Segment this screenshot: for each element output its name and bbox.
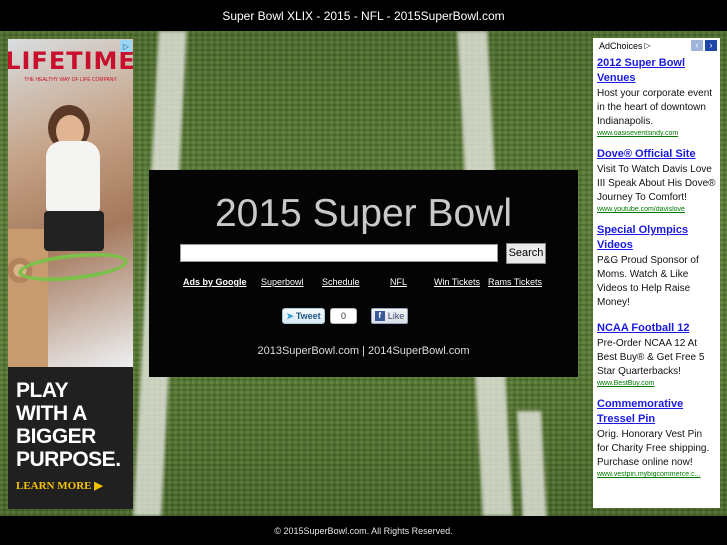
ad-title[interactable]: Special Olympics Videos xyxy=(597,223,716,253)
copyright-text: © 2015SuperBowl.com. All Rights Reserved… xyxy=(274,525,453,536)
ad-description: Host your corporate event in the heart o… xyxy=(597,88,713,127)
tweet-count: 0 xyxy=(330,308,357,324)
link-schedule[interactable]: Schedule xyxy=(322,277,360,287)
like-label: Like xyxy=(387,311,405,321)
ad-brand-tagline: THE HEALTHY WAY OF LIFE COMPANY xyxy=(24,77,117,83)
site-title: Super Bowl XLIX - 2015 - NFL - 2015Super… xyxy=(222,8,505,23)
ad-url[interactable]: www.vestpin.mybigcommerce.c... xyxy=(597,471,716,478)
ad-promo-line: PLAY xyxy=(16,379,69,402)
ad-description: Visit To Watch Davis Love III Speak Abou… xyxy=(597,164,716,203)
search-form: Search xyxy=(180,242,550,264)
tweet-button[interactable]: ➤ Tweet xyxy=(282,308,325,324)
link-win-tickets[interactable]: Win Tickets xyxy=(434,277,480,287)
ad-description: P&G Proud Sponsor of Moms. Watch & Like … xyxy=(597,255,699,308)
ads-by-google-link[interactable]: Ads by Google xyxy=(183,277,247,287)
right-text-ads: AdChoices ▷ ‹ › 2012 Super Bowl Venues H… xyxy=(593,38,720,508)
ad-title[interactable]: Commemorative Tressel Pin xyxy=(597,397,716,427)
search-button[interactable]: Search xyxy=(506,242,546,264)
climbing-wall xyxy=(8,229,48,367)
yard-line xyxy=(517,411,547,516)
ad-title[interactable]: 2012 Super Bowl Venues xyxy=(597,56,716,86)
link-nfl[interactable]: NFL xyxy=(390,277,407,287)
child-shorts xyxy=(44,211,104,251)
ad-brand-name: LIFETIME xyxy=(8,47,133,75)
footer: © 2015SuperBowl.com. All Rights Reserved… xyxy=(0,516,727,545)
ad-url[interactable]: www.BestBuy.com xyxy=(597,380,716,387)
facebook-icon: f xyxy=(374,311,385,321)
text-ad[interactable]: Dove® Official Site Visit To Watch Davis… xyxy=(597,147,716,213)
ad-promo-line: PURPOSE. xyxy=(16,448,121,471)
ad-promo: PLAY WITH A BIGGER PURPOSE. LEARN MORE ▶ xyxy=(8,367,133,509)
ad-links-row: Ads by Google Superbowl Schedule NFL Win… xyxy=(149,277,578,291)
ad-title[interactable]: Dove® Official Site xyxy=(597,147,716,162)
ad-url[interactable]: www.youtube.com/davislove xyxy=(597,206,716,213)
facebook-like-button[interactable]: f Like xyxy=(371,308,408,324)
page-title: 2015 Super Bowl xyxy=(214,192,513,235)
text-ad[interactable]: 2012 Super Bowl Venues Host your corpora… xyxy=(597,56,716,137)
adchoices-label: AdChoices xyxy=(599,40,643,51)
learn-more-link[interactable]: LEARN MORE ▶ xyxy=(16,479,125,492)
ad-promo-line: WITH A xyxy=(16,402,87,425)
text-ad[interactable]: Commemorative Tressel Pin Orig. Honorary… xyxy=(597,397,716,478)
child-shirt xyxy=(46,141,100,213)
text-ad[interactable]: Special Olympics Videos P&G Proud Sponso… xyxy=(597,223,716,311)
social-buttons: ➤ Tweet 0 f Like xyxy=(149,308,578,326)
ad-description: Orig. Honorary Vest Pin for Charity Free… xyxy=(597,429,710,468)
ad-title[interactable]: NCAA Football 12 xyxy=(597,321,716,336)
adchoices-icon[interactable]: ▷ xyxy=(120,40,132,52)
ad-promo-line: BIGGER xyxy=(16,425,96,448)
link-rams-tickets[interactable]: Rams Tickets xyxy=(488,277,542,287)
related-sites[interactable]: 2013SuperBowl.com | 2014SuperBowl.com xyxy=(149,345,578,357)
adchoices-icon: ▷ xyxy=(644,41,651,50)
site-title-bar: Super Bowl XLIX - 2015 - NFL - 2015Super… xyxy=(0,0,727,31)
ad-nav: ‹ › xyxy=(691,40,717,51)
search-input[interactable] xyxy=(180,244,498,262)
next-arrow-icon[interactable]: › xyxy=(705,40,717,51)
tweet-label: Tweet xyxy=(295,311,321,321)
left-banner-ad[interactable]: LIFETIME THE HEALTHY WAY OF LIFE COMPANY… xyxy=(8,39,133,509)
text-ad[interactable]: NCAA Football 12 Pre-Order NCAA 12 At Be… xyxy=(597,321,716,387)
ad-description: Pre-Order NCAA 12 At Best Buy® & Get Fre… xyxy=(597,338,705,377)
twitter-bird-icon: ➤ xyxy=(286,310,294,321)
link-superbowl[interactable]: Superbowl xyxy=(261,277,304,287)
ad-url[interactable]: www.oasiseventsindy.com xyxy=(597,130,716,137)
ad-brand-logo: LIFETIME THE HEALTHY WAY OF LIFE COMPANY xyxy=(8,39,133,99)
prev-arrow-icon[interactable]: ‹ xyxy=(691,40,703,51)
main-panel: 2015 Super Bowl Search Ads by Google Sup… xyxy=(149,170,578,377)
